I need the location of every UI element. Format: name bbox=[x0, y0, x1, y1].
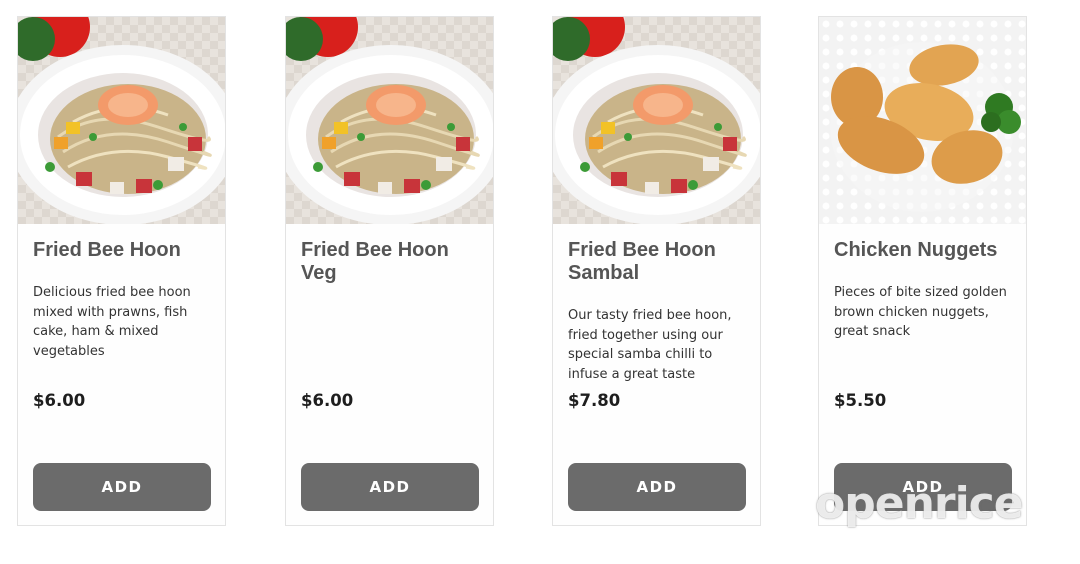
product-photo bbox=[553, 17, 760, 224]
product-grid: Fried Bee Hoon Delicious fried bee hoon … bbox=[0, 0, 1080, 564]
product-card: Fried Bee Hoon Delicious fried bee hoon … bbox=[17, 16, 226, 526]
fried-bee-hoon-photo-icon bbox=[18, 17, 225, 224]
product-photo bbox=[286, 17, 493, 224]
product-photo bbox=[18, 17, 225, 224]
product-photo bbox=[819, 17, 1026, 224]
product-price: $5.50 bbox=[834, 391, 887, 410]
product-price: $6.00 bbox=[301, 391, 354, 410]
add-to-cart-button[interactable]: ADD bbox=[33, 463, 211, 511]
product-description: Our tasty fried bee hoon, fried together… bbox=[568, 308, 732, 382]
fried-bee-hoon-photo-icon bbox=[553, 17, 760, 224]
product-description: Delicious fried bee hoon mixed with praw… bbox=[33, 285, 191, 359]
product-title: Chicken Nuggets bbox=[834, 239, 998, 261]
product-card: Fried Bee Hoon Sambal Our tasty fried be… bbox=[552, 16, 761, 526]
product-description: Pieces of bite sized golden brown chicke… bbox=[834, 285, 1007, 339]
add-to-cart-button[interactable]: ADD bbox=[301, 463, 479, 511]
product-price: $6.00 bbox=[33, 391, 86, 410]
fried-bee-hoon-photo-icon bbox=[286, 17, 493, 224]
product-title: Fried Bee Hoon Sambal bbox=[568, 239, 716, 284]
product-title: Fried Bee Hoon bbox=[33, 239, 181, 261]
add-to-cart-button[interactable]: ADD bbox=[834, 463, 1012, 511]
product-price: $7.80 bbox=[568, 391, 621, 410]
chicken-nuggets-photo-icon bbox=[819, 17, 1026, 224]
product-card: Fried Bee Hoon Veg $6.00 ADD bbox=[285, 16, 494, 526]
product-title: Fried Bee Hoon Veg bbox=[301, 239, 449, 284]
product-card: Chicken Nuggets Pieces of bite sized gol… bbox=[818, 16, 1027, 526]
add-to-cart-button[interactable]: ADD bbox=[568, 463, 746, 511]
